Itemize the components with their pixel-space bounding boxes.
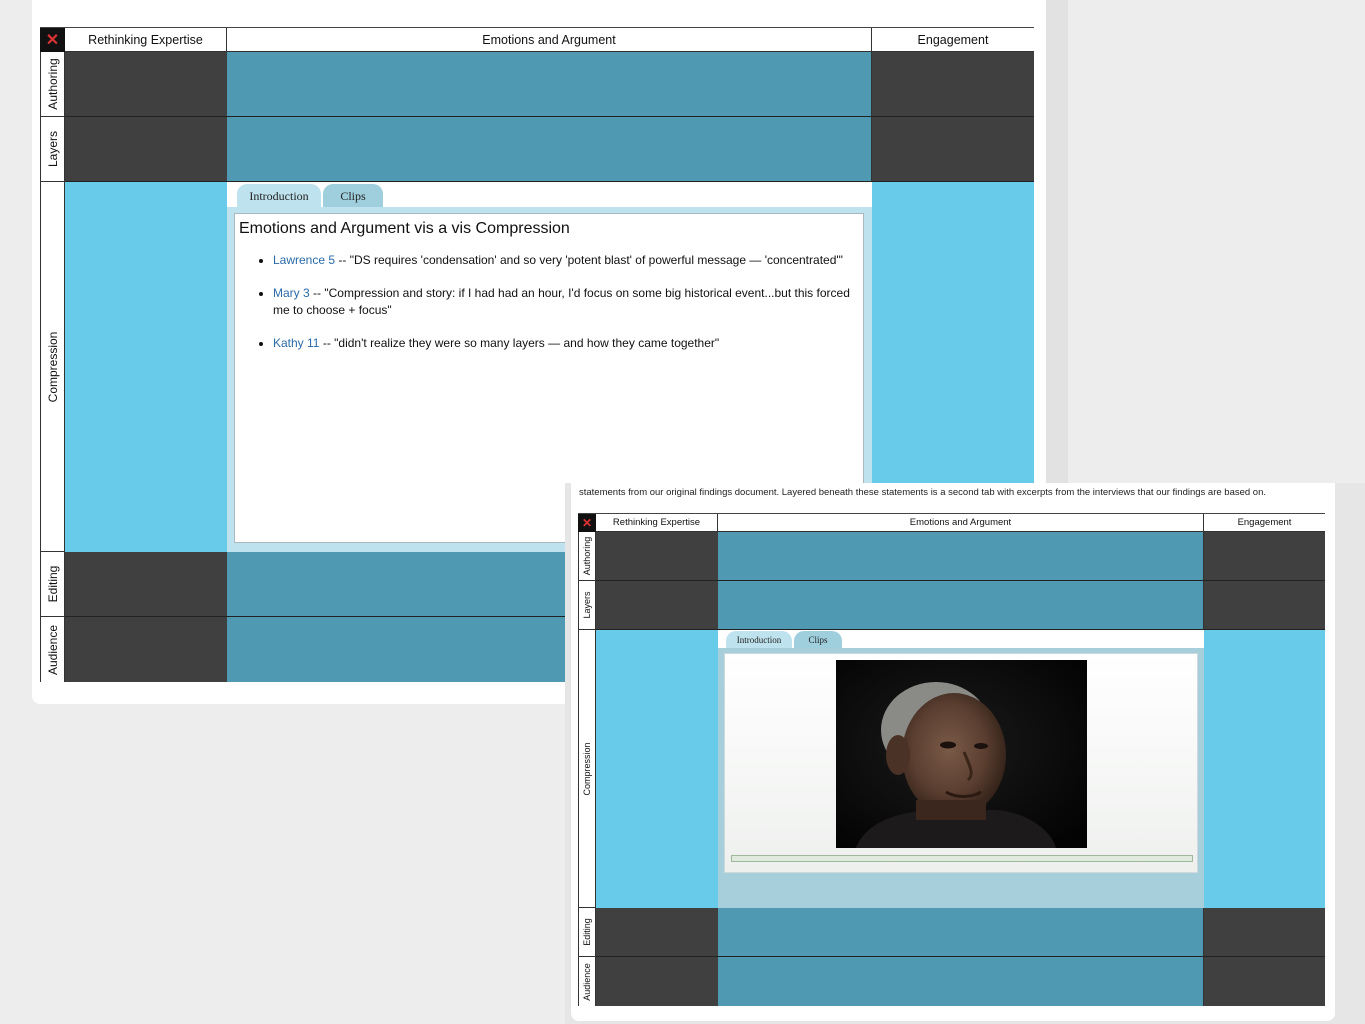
cell-editing-rethinking-expertise[interactable]	[596, 908, 718, 957]
tab-introduction[interactable]: Introduction	[237, 184, 321, 208]
interview-video[interactable]	[836, 660, 1087, 848]
grid-panel-clips-video: statements from our original findings do…	[571, 483, 1335, 1021]
cell-layers-rethinking-expertise[interactable]	[65, 117, 227, 182]
clips-popup: Introduction Clips	[718, 630, 1204, 908]
cell-authoring-engagement[interactable]	[872, 52, 1034, 117]
row-header-audience[interactable]: Audience	[578, 957, 596, 1006]
clip-link[interactable]: Lawrence 5	[273, 253, 335, 267]
clip-link[interactable]: Mary 3	[273, 286, 310, 300]
video-player	[724, 653, 1198, 873]
clip-list: Lawrence 5 -- "DS requires 'condensation…	[255, 252, 863, 368]
intro-paragraph: statements from our original findings do…	[579, 487, 1267, 498]
clip-link[interactable]: Kathy 11	[273, 336, 319, 350]
row-header-layers[interactable]: Layers	[40, 117, 65, 182]
cell-compression-rethinking-expertise[interactable]	[596, 630, 718, 908]
cell-authoring-emotions-and-argument[interactable]	[227, 52, 872, 117]
cell-audience-rethinking-expertise[interactable]	[596, 957, 718, 1006]
speaker-portrait-image	[836, 660, 1087, 848]
cell-authoring-engagement[interactable]	[1204, 532, 1325, 581]
row-header-editing[interactable]: Editing	[40, 552, 65, 617]
list-item: Lawrence 5 -- "DS requires 'condensation…	[273, 252, 863, 269]
row-header-authoring[interactable]: Authoring	[40, 52, 65, 117]
cell-layers-rethinking-expertise[interactable]	[596, 581, 718, 630]
cell-audience-engagement[interactable]	[1204, 957, 1325, 1006]
tab-introduction[interactable]: Introduction	[726, 631, 792, 649]
cell-layers-emotions-and-argument[interactable]	[718, 581, 1204, 630]
cell-authoring-rethinking-expertise[interactable]	[65, 52, 227, 117]
cell-layers-engagement[interactable]	[1204, 581, 1325, 630]
cell-editing-engagement[interactable]	[1204, 908, 1325, 957]
video-progress-bar[interactable]	[731, 855, 1193, 862]
column-header-rethinking-expertise[interactable]: Rethinking Expertise	[65, 28, 227, 52]
column-header-rethinking-expertise[interactable]: Rethinking Expertise	[596, 514, 718, 532]
cell-authoring-emotions-and-argument[interactable]	[718, 532, 1204, 581]
cell-audience-rethinking-expertise[interactable]	[65, 617, 227, 682]
cell-audience-emotions-and-argument[interactable]	[718, 957, 1204, 1006]
cell-editing-emotions-and-argument[interactable]	[718, 908, 1204, 957]
close-icon[interactable]: ✕	[578, 514, 596, 532]
row-header-compression[interactable]: Compression	[578, 630, 596, 908]
tab-clips[interactable]: Clips	[323, 184, 383, 208]
row-header-editing[interactable]: Editing	[578, 908, 596, 957]
cell-layers-emotions-and-argument[interactable]	[227, 117, 872, 182]
list-item: Kathy 11 -- "didn't realize they were so…	[273, 335, 863, 352]
close-icon[interactable]: ✕	[40, 28, 65, 52]
row-header-authoring[interactable]: Authoring	[578, 532, 596, 581]
cell-editing-rethinking-expertise[interactable]	[65, 552, 227, 617]
clips-title: Emotions and Argument vis a vis Compress…	[239, 220, 570, 237]
tab-clips[interactable]: Clips	[794, 631, 842, 649]
column-header-engagement[interactable]: Engagement	[872, 28, 1034, 52]
cell-compression-rethinking-expertise[interactable]	[65, 182, 227, 552]
row-header-audience[interactable]: Audience	[40, 617, 65, 682]
cell-authoring-rethinking-expertise[interactable]	[596, 532, 718, 581]
row-header-layers[interactable]: Layers	[578, 581, 596, 630]
cell-compression-engagement[interactable]	[1204, 630, 1325, 908]
intro-paragraph: statements from our original findings do…	[41, 0, 945, 6]
list-item: Mary 3 -- "Compression and story: if I h…	[273, 285, 863, 319]
cell-layers-engagement[interactable]	[872, 117, 1034, 182]
column-header-engagement[interactable]: Engagement	[1204, 514, 1325, 532]
row-header-compression[interactable]: Compression	[40, 182, 65, 552]
matrix-grid: ✕ Rethinking Expertise Emotions and Argu…	[578, 513, 1325, 1006]
column-header-emotions-and-argument[interactable]: Emotions and Argument	[718, 514, 1204, 532]
column-header-emotions-and-argument[interactable]: Emotions and Argument	[227, 28, 872, 52]
tab-panel	[718, 648, 1204, 908]
window-edge	[1046, 0, 1068, 483]
